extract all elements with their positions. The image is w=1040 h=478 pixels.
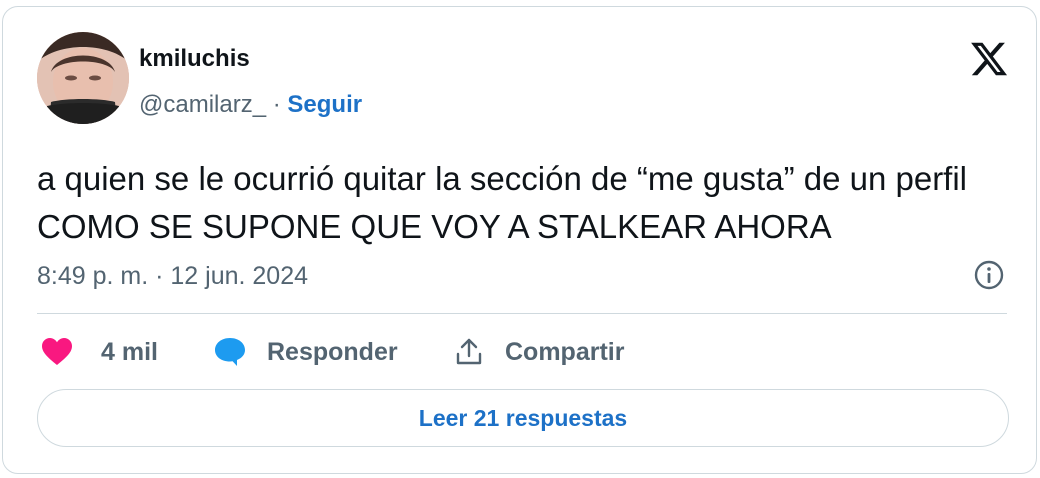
- author-handle-row: @camilarz_ · Seguir: [139, 91, 362, 119]
- read-replies-button[interactable]: Leer 21 respuestas: [37, 389, 1009, 447]
- divider: [37, 313, 1007, 314]
- info-circle-icon[interactable]: [973, 259, 1005, 291]
- tweet-text: a quien se le ocurrió quitar la sección …: [37, 160, 968, 245]
- author-handle[interactable]: @camilarz_: [139, 91, 266, 118]
- avatar-photo: [37, 32, 129, 124]
- follow-button[interactable]: Seguir: [287, 91, 362, 118]
- heart-icon: [42, 338, 72, 365]
- speech-bubble-icon: [215, 338, 245, 366]
- share-upload-icon: [456, 338, 482, 365]
- reply-button[interactable]: Responder: [213, 332, 398, 372]
- tweet-timestamp[interactable]: 8:49 p. m. · 12 jun. 2024: [37, 262, 308, 291]
- share-label: Compartir: [505, 337, 625, 366]
- avatar[interactable]: [37, 32, 129, 124]
- tweet-card: kmiluchis @camilarz_ · Seguir a quien se…: [2, 6, 1037, 474]
- x-logo-icon[interactable]: [969, 39, 1009, 79]
- reply-label: Responder: [267, 337, 398, 366]
- like-count: 4 mil: [101, 337, 158, 366]
- like-button[interactable]: 4 mil: [41, 332, 158, 372]
- author-display-name[interactable]: kmiluchis: [139, 45, 250, 73]
- share-button[interactable]: Compartir: [455, 332, 624, 372]
- handle-separator: ·: [266, 91, 288, 118]
